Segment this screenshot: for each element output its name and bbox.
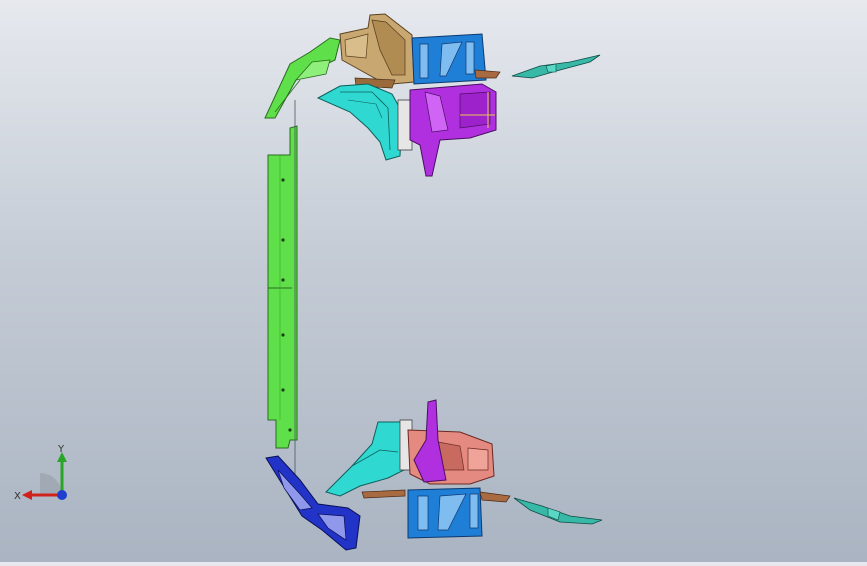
cyan-upper-part[interactable] [316, 83, 413, 161]
x-axis-arrow [22, 490, 32, 500]
cad-viewport[interactable] [0, 0, 867, 562]
magenta-upper-part[interactable] [409, 83, 497, 177]
coordinate-triad: Y X [10, 440, 80, 510]
teal-upper-swoosh[interactable] [511, 54, 601, 79]
navy-lower-bracket[interactable] [265, 455, 361, 551]
green-upper-bracket[interactable] [264, 37, 341, 119]
y-axis-label: Y [57, 444, 65, 455]
cyan-lower-part[interactable] [325, 419, 413, 497]
x-axis-label: X [14, 491, 21, 502]
z-axis-dot [57, 490, 67, 500]
blue-lower-box[interactable] [361, 487, 511, 539]
teal-lower-swoosh[interactable] [513, 497, 603, 525]
green-rail[interactable] [267, 125, 298, 449]
tan-upper-part[interactable] [339, 13, 415, 89]
blue-upper-box[interactable] [411, 33, 501, 85]
